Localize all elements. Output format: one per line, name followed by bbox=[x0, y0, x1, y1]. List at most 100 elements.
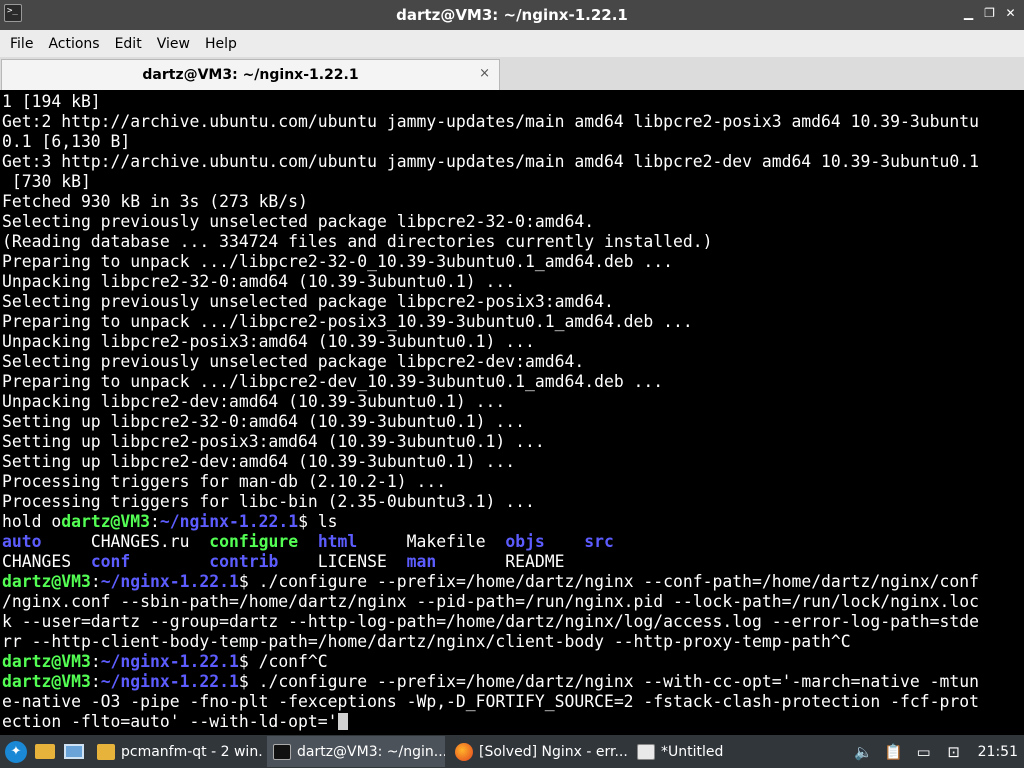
terminal-text: CHANGES.ru bbox=[41, 532, 210, 551]
terminal-line: CHANGES conf contrib LICENSE man README bbox=[2, 552, 1024, 572]
terminal-text: dartz@VM3 bbox=[2, 652, 91, 671]
system-tray: 🔈 📋 ▭ ⊡ 21:51 bbox=[854, 735, 1024, 768]
terminal-text: dartz@VM3 bbox=[61, 512, 151, 531]
terminal-output[interactable]: 1 [194 kB] Get:2 http://archive.ubuntu.co… bbox=[0, 90, 1024, 735]
terminal-line: 1 [194 kB] bbox=[2, 92, 1024, 112]
volume-icon[interactable]: 🔈 bbox=[854, 743, 874, 761]
terminal-text: Selecting previously unselected package … bbox=[2, 292, 614, 311]
terminal-line: rr --http-client-body-temp-path=/home/da… bbox=[2, 632, 1024, 652]
clock: 21:51 bbox=[977, 743, 1018, 760]
terminal-text: $ ls bbox=[298, 512, 338, 531]
task-firefox[interactable]: [Solved] Nginx - err... bbox=[449, 736, 627, 767]
terminal-line: e-native -O3 -pipe -fno-plt -fexceptions… bbox=[2, 692, 1024, 712]
terminal-text: html bbox=[317, 532, 358, 551]
maximize-button[interactable]: ❐ bbox=[982, 6, 997, 21]
file-manager-launcher[interactable] bbox=[32, 739, 58, 765]
terminal-text: ~/nginx-1.22.1 bbox=[100, 672, 239, 691]
window-title: dartz@VM3: ~/nginx-1.22.1 bbox=[396, 6, 628, 24]
terminal-line: k --user=dartz --group=dartz --http-log-… bbox=[2, 612, 1024, 632]
tab-close-icon[interactable]: × bbox=[479, 66, 490, 81]
folder-icon bbox=[35, 744, 55, 759]
terminal-text: $ ./configure --prefix=/home/dartz/nginx… bbox=[238, 672, 979, 691]
terminal-line: dartz@VM3:~/nginx-1.22.1$ ./configure --… bbox=[2, 672, 1024, 692]
terminal-text: Setting up libpcre2-32-0:amd64 (10.39-3u… bbox=[2, 412, 526, 431]
terminal-text: : bbox=[90, 572, 101, 591]
task-terminal[interactable]: dartz@VM3: ~/ngin... bbox=[267, 736, 445, 767]
window-titlebar: >_ dartz@VM3: ~/nginx-1.22.1 ▁ ❐ ✕ bbox=[0, 0, 1024, 30]
tab-label: dartz@VM3: ~/nginx-1.22.1 bbox=[142, 67, 359, 83]
terminal-text: Setting up libpcre2-dev:amd64 (10.39-3ub… bbox=[2, 452, 516, 471]
terminal-line: Setting up libpcre2-posix3:amd64 (10.39-… bbox=[2, 432, 1024, 452]
terminal-text: objs bbox=[505, 532, 545, 551]
terminal-text: /nginx.conf --sbin-path=/home/dartz/ngin… bbox=[2, 592, 979, 611]
terminal-line: Unpacking libpcre2-posix3:amd64 (10.39-3… bbox=[2, 332, 1024, 352]
taskbar: ✦ pcmanfm-qt - 2 win... dartz@VM3: ~/ngi… bbox=[0, 735, 1024, 768]
terminal-text: Unpacking libpcre2-posix3:amd64 (10.39-3… bbox=[2, 332, 535, 351]
terminal-text: hold o bbox=[2, 512, 62, 531]
show-desktop-button[interactable] bbox=[61, 739, 87, 765]
terminal-line: hold odartz@VM3:~/nginx-1.22.1$ ls bbox=[2, 512, 1024, 532]
terminal-line: /nginx.conf --sbin-path=/home/dartz/ngin… bbox=[2, 592, 1024, 612]
terminal-line: Setting up libpcre2-dev:amd64 (10.39-3ub… bbox=[2, 452, 1024, 472]
task-label: dartz@VM3: ~/ngin... bbox=[297, 743, 445, 760]
terminal-text: dartz@VM3 bbox=[2, 672, 91, 691]
terminal-text: Processing triggers for man-db (2.10.2-1… bbox=[2, 472, 447, 491]
terminal-line: [730 kB] bbox=[2, 172, 1024, 192]
network-icon[interactable]: ⊡ bbox=[944, 743, 964, 761]
terminal-text: Setting up libpcre2-posix3:amd64 (10.39-… bbox=[2, 432, 545, 451]
terminal-text: $ /conf^C bbox=[238, 652, 328, 671]
terminal-line: Selecting previously unselected package … bbox=[2, 212, 1024, 232]
terminal-line: Preparing to unpack .../libpcre2-dev_10.… bbox=[2, 372, 1024, 392]
terminal-icon bbox=[273, 743, 291, 760]
task-text-editor[interactable]: *Untitled bbox=[631, 736, 761, 767]
terminal-line: Get:3 http://archive.ubuntu.com/ubuntu j… bbox=[2, 152, 1024, 172]
terminal-line: Unpacking libpcre2-dev:amd64 (10.39-3ubu… bbox=[2, 392, 1024, 412]
terminal-line: (Reading database ... 334724 files and d… bbox=[2, 232, 1024, 252]
tab-terminal[interactable]: dartz@VM3: ~/nginx-1.22.1 × bbox=[1, 59, 500, 90]
start-menu-button[interactable]: ✦ bbox=[3, 739, 29, 765]
menu-file[interactable]: File bbox=[4, 36, 39, 52]
terminal-text: Get:2 http://archive.ubuntu.com/ubuntu j… bbox=[2, 112, 979, 131]
terminal-text: : bbox=[90, 652, 101, 671]
terminal-line: Processing triggers for man-db (2.10.2-1… bbox=[2, 472, 1024, 492]
menu-actions[interactable]: Actions bbox=[42, 36, 105, 52]
terminal-lines: 1 [194 kB] Get:2 http://archive.ubuntu.co… bbox=[2, 92, 1024, 732]
terminal-text: LICENSE bbox=[278, 552, 407, 571]
terminal-text: ~/nginx-1.22.1 bbox=[100, 652, 239, 671]
text-cursor bbox=[337, 713, 348, 730]
terminal-text: conf bbox=[90, 552, 131, 571]
terminal-line: Setting up libpcre2-32-0:amd64 (10.39-3u… bbox=[2, 412, 1024, 432]
terminal-text: Preparing to unpack .../libpcre2-dev_10.… bbox=[2, 372, 664, 391]
text-editor-icon bbox=[637, 743, 655, 760]
task-label: pcmanfm-qt - 2 win... bbox=[121, 743, 263, 760]
terminal-text: ~/nginx-1.22.1 bbox=[100, 572, 239, 591]
terminal-line: Selecting previously unselected package … bbox=[2, 352, 1024, 372]
menu-edit[interactable]: Edit bbox=[109, 36, 148, 52]
terminal-text: README bbox=[436, 552, 565, 571]
terminal-text: ection -flto=auto' --with-ld-opt=' bbox=[2, 712, 338, 731]
menu-help[interactable]: Help bbox=[199, 36, 243, 52]
terminal-text: (Reading database ... 334724 files and d… bbox=[2, 232, 713, 251]
close-button[interactable]: ✕ bbox=[1003, 6, 1018, 21]
task-pcmanfm[interactable]: pcmanfm-qt - 2 win... bbox=[91, 736, 263, 767]
terminal-line: Get:2 http://archive.ubuntu.com/ubuntu j… bbox=[2, 112, 1024, 132]
start-menu-icon: ✦ bbox=[5, 740, 27, 763]
terminal-line: Unpacking libpcre2-32-0:amd64 (10.39-3ub… bbox=[2, 272, 1024, 292]
clipboard-icon[interactable]: 📋 bbox=[884, 743, 904, 761]
terminal-text: Get:3 http://archive.ubuntu.com/ubuntu j… bbox=[2, 152, 979, 171]
terminal-line: ection -flto=auto' --with-ld-opt=' bbox=[2, 712, 1024, 732]
menu-view[interactable]: View bbox=[151, 36, 196, 52]
terminal-line: dartz@VM3:~/nginx-1.22.1$ ./configure --… bbox=[2, 572, 1024, 592]
minimize-button[interactable]: ▁ bbox=[961, 6, 976, 21]
monitor-icon[interactable]: ▭ bbox=[914, 743, 934, 761]
terminal-line: Processing triggers for libc-bin (2.35-0… bbox=[2, 492, 1024, 512]
terminal-app-icon[interactable]: >_ bbox=[4, 4, 22, 22]
terminal-text: Unpacking libpcre2-32-0:amd64 (10.39-3ub… bbox=[2, 272, 516, 291]
terminal-line: Preparing to unpack .../libpcre2-posix3_… bbox=[2, 312, 1024, 332]
terminal-line: 0.1 [6,130 B] bbox=[2, 132, 1024, 152]
terminal-text: k --user=dartz --group=dartz --http-log-… bbox=[2, 612, 979, 631]
terminal-text: : bbox=[90, 672, 101, 691]
